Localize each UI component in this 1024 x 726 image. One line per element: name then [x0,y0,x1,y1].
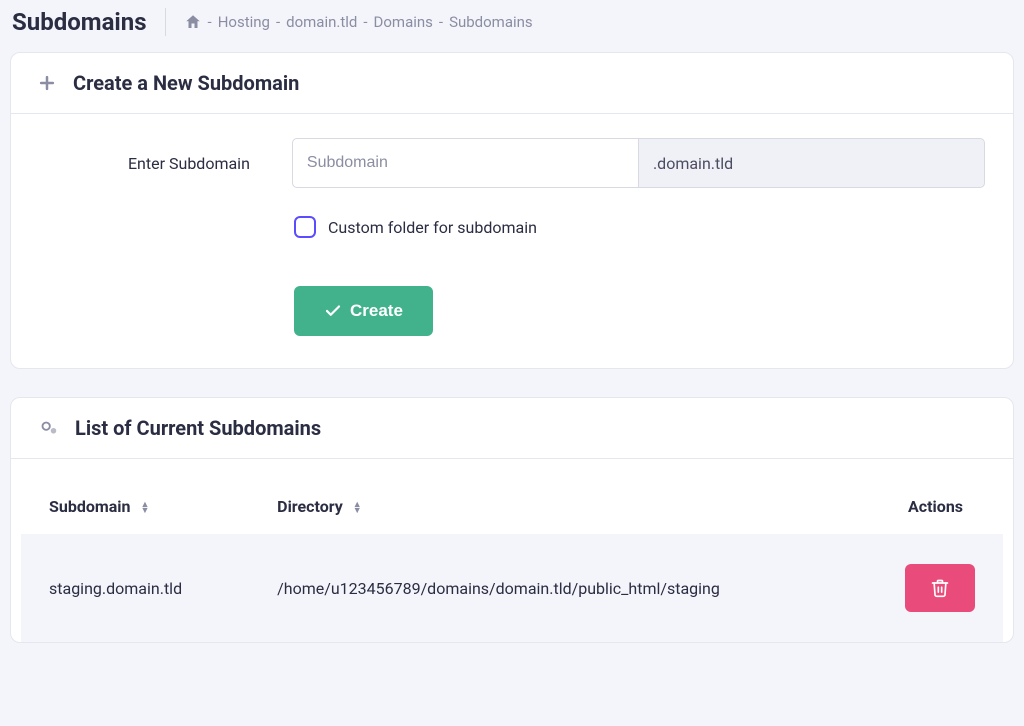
breadcrumb-item[interactable]: Domains [374,13,433,31]
gears-icon [37,417,59,439]
breadcrumb: - Hosting - domain.tld - Domains - Subdo… [166,13,533,31]
panel-body: Enter Subdomain .domain.tld Custom folde… [11,114,1013,368]
create-subdomain-panel: Create a New Subdomain Enter Subdomain .… [10,52,1014,369]
subdomains-table: Subdomain ▲▼ Directory ▲▼ Actions stagin… [21,479,1003,642]
create-button-label: Create [350,301,403,321]
sort-icon: ▲▼ [353,502,362,514]
custom-folder-label: Custom folder for subdomain [328,218,537,237]
breadcrumb-sep: - [208,13,212,31]
table-row: staging.domain.tld /home/u123456789/doma… [21,534,1003,642]
panel-header: Create a New Subdomain [11,53,1013,114]
plus-icon [37,73,57,93]
list-subdomains-panel: List of Current Subdomains Subdomain ▲▼ … [10,397,1014,643]
col-subdomain[interactable]: Subdomain ▲▼ [21,479,249,534]
col-directory[interactable]: Directory ▲▼ [249,479,851,534]
create-button[interactable]: Create [294,286,433,336]
breadcrumb-item[interactable]: Hosting [218,13,270,31]
page-header: Subdomains - Hosting - domain.tld - Doma… [0,0,1024,52]
cell-actions [851,534,1003,642]
subdomain-input[interactable] [292,138,639,188]
page-title: Subdomains [12,8,166,36]
cell-directory: /home/u123456789/domains/domain.tld/publ… [249,534,851,642]
submit-row: Create [39,286,985,336]
delete-button[interactable] [905,564,975,612]
breadcrumb-item[interactable]: domain.tld [286,13,357,31]
home-icon[interactable] [184,13,202,31]
custom-folder-checkbox[interactable] [294,216,316,238]
breadcrumb-sep: - [363,13,367,31]
domain-suffix: .domain.tld [639,138,985,188]
col-actions: Actions [851,479,1003,534]
cell-subdomain: staging.domain.tld [21,534,249,642]
panel-title: List of Current Subdomains [75,416,321,440]
table-container: Subdomain ▲▼ Directory ▲▼ Actions stagin… [11,459,1013,642]
panel-title: Create a New Subdomain [73,71,299,95]
sort-icon: ▲▼ [140,502,149,514]
subdomain-label: Enter Subdomain [39,154,292,173]
breadcrumb-sep: - [439,13,443,31]
subdomain-row: Enter Subdomain .domain.tld [39,138,985,188]
panel-header: List of Current Subdomains [11,398,1013,459]
check-icon [324,302,342,320]
col-actions-label: Actions [908,497,963,516]
breadcrumb-item[interactable]: Subdomains [449,13,533,31]
breadcrumb-sep: - [276,13,280,31]
col-directory-label: Directory [277,497,343,516]
col-subdomain-label: Subdomain [49,497,130,516]
trash-icon [930,578,950,598]
subdomain-input-group: .domain.tld [292,138,985,188]
custom-folder-row: Custom folder for subdomain [39,216,985,238]
